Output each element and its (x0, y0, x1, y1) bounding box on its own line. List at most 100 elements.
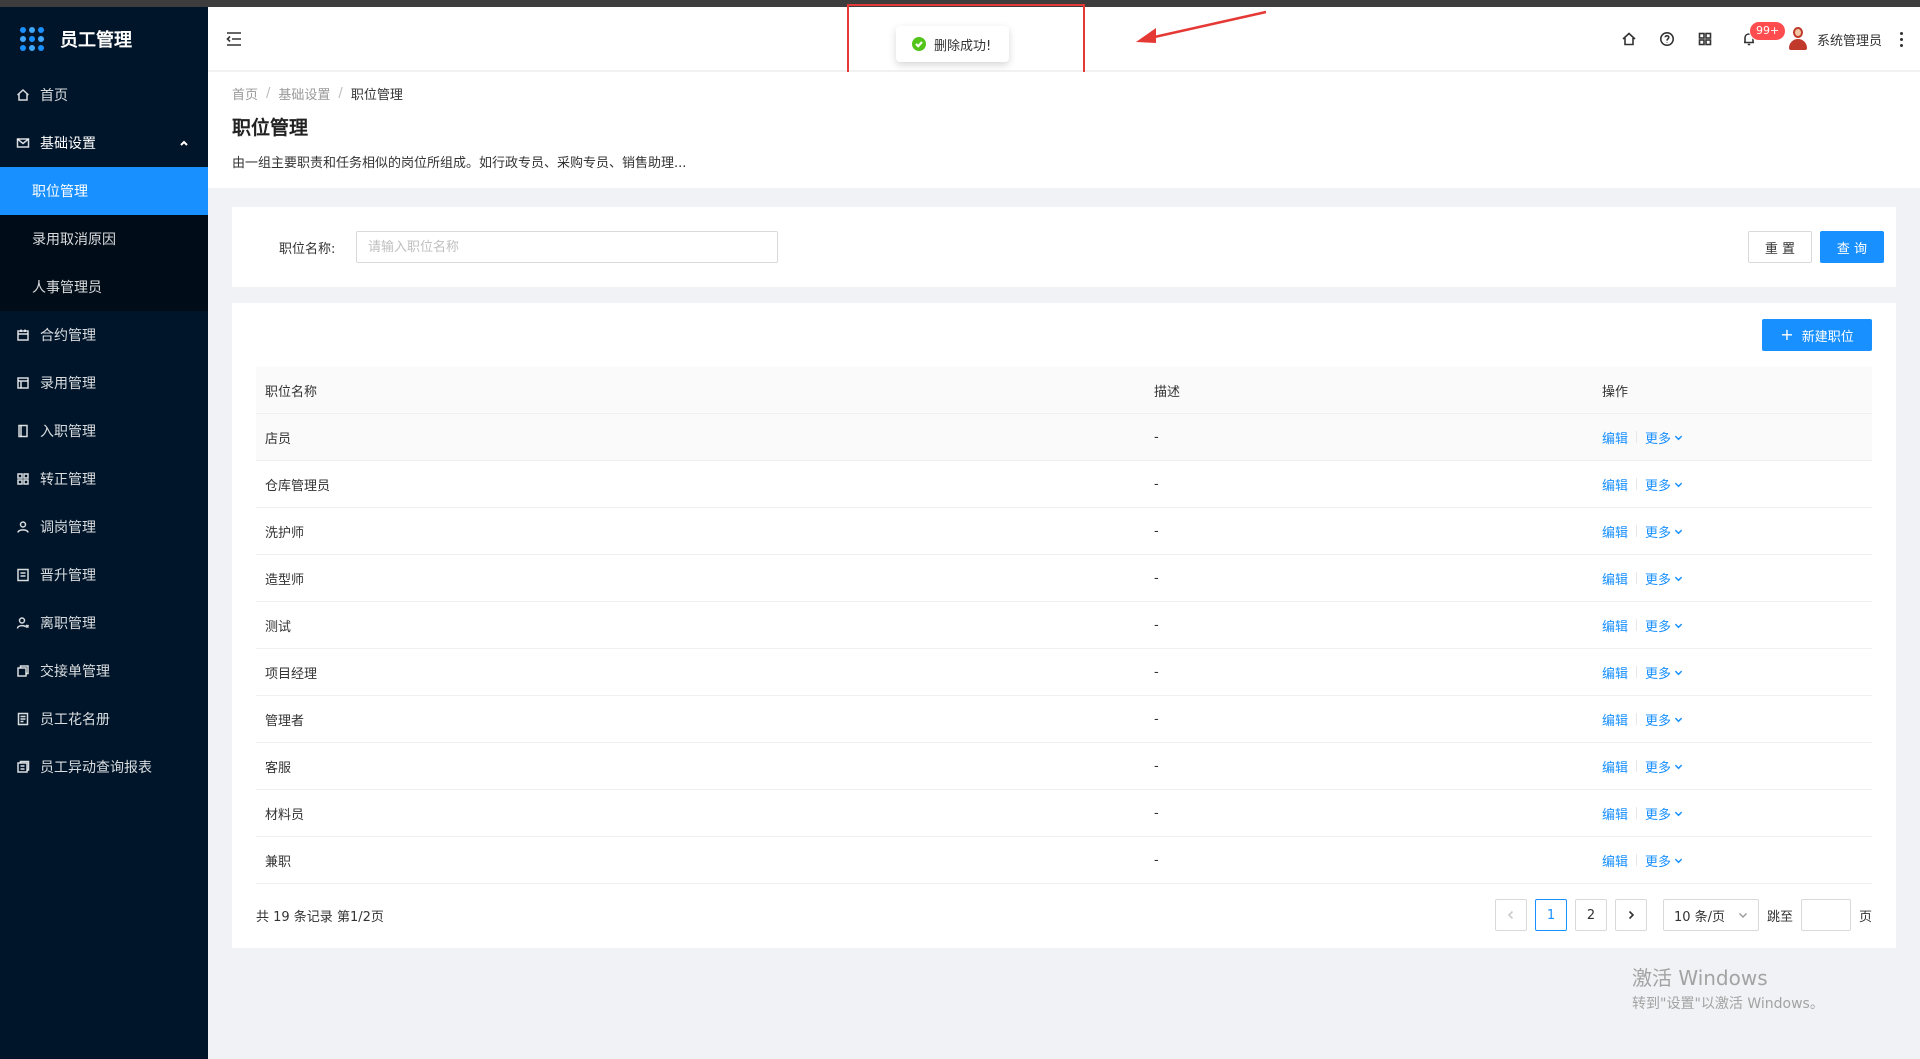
more-dropdown[interactable]: 更多 (1645, 663, 1683, 682)
chevron-down-icon (1674, 529, 1683, 534)
notification-bell-icon[interactable]: 99+ (1731, 21, 1787, 57)
position-name-cell: 测试 (265, 619, 292, 635)
sidebar-item-position-management[interactable]: 职位管理 (0, 167, 208, 215)
page-button-1[interactable]: 1 (1534, 899, 1567, 931)
sidebar-item-roster[interactable]: 员工花名册 (0, 695, 208, 743)
edit-link[interactable]: 编辑 (1602, 804, 1628, 823)
windows-activation-watermark: 激活 Windows 转到"设置"以激活 Windows。 (1632, 962, 1824, 1013)
sidebar-item-regularization[interactable]: 转正管理 (0, 455, 208, 503)
breadcrumb-basic-settings[interactable]: 基础设置 (278, 84, 330, 103)
page-title: 职位管理 (232, 117, 309, 139)
page-size-value: 10 条/页 (1673, 909, 1726, 925)
help-icon[interactable] (1649, 21, 1685, 57)
position-name-cell: 造型师 (265, 572, 305, 588)
edit-link[interactable]: 编辑 (1602, 851, 1628, 870)
jump-page-input[interactable] (1800, 899, 1851, 931)
more-dropdown[interactable]: 更多 (1645, 522, 1683, 541)
more-dropdown[interactable]: 更多 (1645, 475, 1683, 494)
more-dropdown[interactable]: 更多 (1645, 710, 1683, 729)
table-row: 项目经理 - 编辑 更多 (256, 649, 1872, 696)
edit-link[interactable]: 编辑 (1602, 475, 1628, 494)
sidebar-item-contract[interactable]: 合约管理 (0, 311, 208, 359)
column-header-name: 职位名称 (265, 384, 318, 400)
position-name-cell: 店员 (265, 431, 292, 447)
description-cell: - (1154, 429, 1159, 445)
app-logo[interactable]: 员工管理 (0, 7, 208, 71)
page-suffix: 页 (1858, 909, 1872, 925)
chevron-down-icon (1738, 913, 1747, 918)
calendar-icon (16, 328, 30, 342)
next-page-button[interactable] (1614, 899, 1647, 931)
actions-cell: 编辑 更多 (1601, 851, 1872, 870)
sidebar-item-basic-settings[interactable]: 基础设置 (0, 119, 208, 167)
description-cell: - (1154, 852, 1159, 868)
sidebar-item-resignation[interactable]: 离职管理 (0, 599, 208, 647)
more-dropdown[interactable]: 更多 (1645, 804, 1683, 823)
sidebar-item-hr-admin[interactable]: 人事管理员 (0, 263, 208, 311)
edit-link[interactable]: 编辑 (1602, 757, 1628, 776)
table-row: 客服 - 编辑 更多 (256, 743, 1872, 790)
chevron-down-icon (1674, 670, 1683, 675)
new-position-button[interactable]: + 新建职位 (1762, 319, 1872, 351)
avatar (1787, 27, 1809, 51)
more-label: 更多 (1645, 572, 1672, 588)
sidebar-item-home[interactable]: 首页 (0, 71, 208, 119)
table-row: 材料员 - 编辑 更多 (256, 790, 1872, 837)
position-name-cell: 仓库管理员 (265, 478, 331, 494)
more-label: 更多 (1645, 713, 1672, 729)
app-grid-icon (20, 27, 44, 51)
sidebar-item-handover[interactable]: 交接单管理 (0, 647, 208, 695)
reset-button[interactable]: 重 置 (1748, 231, 1812, 263)
column-header-description: 描述 (1154, 384, 1181, 400)
actions-cell: 编辑 更多 (1601, 804, 1872, 823)
breadcrumb-home[interactable]: 首页 (232, 84, 258, 103)
edit-link[interactable]: 编辑 (1602, 616, 1628, 635)
more-label: 更多 (1645, 807, 1672, 823)
sidebar-item-hiring[interactable]: 录用管理 (0, 359, 208, 407)
more-dropdown[interactable]: 更多 (1645, 757, 1683, 776)
page-button-2[interactable]: 2 (1574, 899, 1607, 931)
roster-icon (16, 712, 30, 726)
more-dropdown[interactable]: 更多 (1645, 569, 1683, 588)
action-divider (1636, 713, 1638, 725)
layout-icon (16, 376, 30, 390)
edit-link[interactable]: 编辑 (1602, 428, 1628, 447)
sidebar-item-transfer[interactable]: 调岗管理 (0, 503, 208, 551)
more-dropdown[interactable]: 更多 (1645, 616, 1683, 635)
page-size-select[interactable]: 10 条/页 (1662, 899, 1759, 931)
user-menu[interactable]: 系统管理员 (1787, 27, 1882, 51)
more-label: 更多 (1645, 666, 1672, 682)
position-name-label: 职位名称: (279, 242, 336, 257)
sidebar-item-label: 录用管理 (40, 376, 96, 392)
query-button[interactable]: 查 询 (1820, 231, 1884, 263)
sidebar-item-onboarding[interactable]: 入职管理 (0, 407, 208, 455)
user-icon (16, 520, 30, 534)
sidebar-item-change-report[interactable]: 员工异动查询报表 (0, 743, 208, 791)
sidebar-item-label: 基础设置 (40, 136, 96, 152)
position-table: 职位名称 描述 操作 店员 - 编辑 更多 仓库管理员 - 编辑 更多 洗护师 - 编辑 更多 造型师 -… (256, 367, 1872, 884)
sidebar-item-label: 员工花名册 (40, 712, 110, 728)
grid-icon (16, 472, 30, 486)
table-row: 造型师 - 编辑 更多 (256, 555, 1872, 602)
more-dropdown[interactable]: 更多 (1645, 851, 1683, 870)
edit-link[interactable]: 编辑 (1602, 710, 1628, 729)
edit-link[interactable]: 编辑 (1602, 663, 1628, 682)
description-cell: - (1154, 476, 1159, 492)
apps-icon[interactable] (1687, 21, 1723, 57)
sidebar-item-hire-cancel-reason[interactable]: 录用取消原因 (0, 215, 208, 263)
sidebar-item-promotion[interactable]: 晋升管理 (0, 551, 208, 599)
more-dropdown[interactable]: 更多 (1645, 428, 1683, 447)
more-vertical-icon[interactable] (1898, 31, 1904, 47)
prev-page-button[interactable] (1494, 899, 1527, 931)
position-name-cell: 材料员 (265, 807, 305, 823)
sidebar: 员工管理 首页 基础设置 职位管理 录用取消原因 人事管理员 合约管理 录用管理… (0, 7, 208, 1059)
new-position-label: 新建职位 (1801, 329, 1854, 345)
position-name-input[interactable] (356, 231, 778, 263)
chevron-down-icon (1674, 858, 1683, 863)
home-icon[interactable] (1611, 21, 1647, 57)
position-name-cell: 洗护师 (265, 525, 305, 541)
edit-link[interactable]: 编辑 (1602, 569, 1628, 588)
sidebar-item-label: 离职管理 (40, 616, 96, 632)
menu-fold-icon[interactable] (224, 29, 244, 49)
edit-link[interactable]: 编辑 (1602, 522, 1628, 541)
